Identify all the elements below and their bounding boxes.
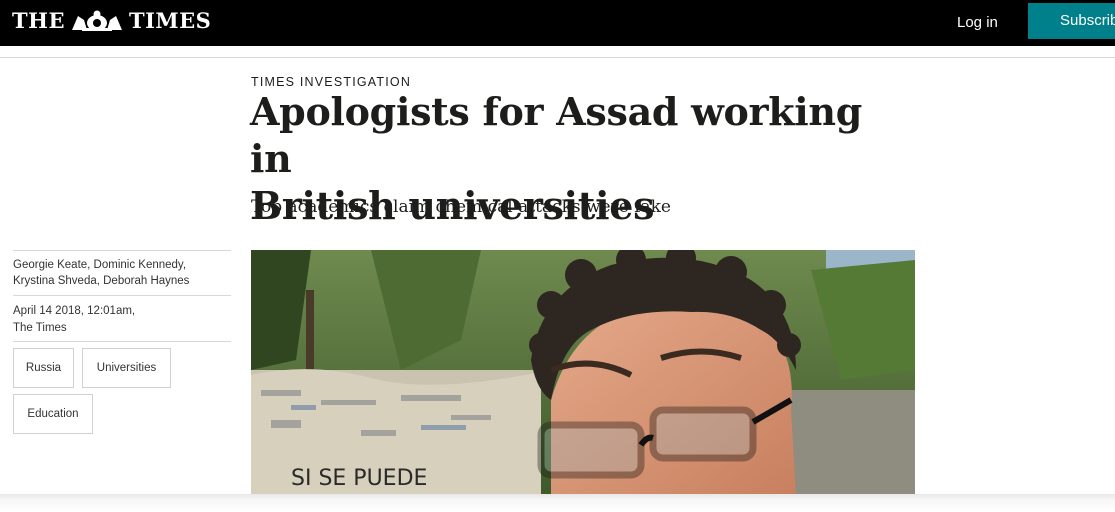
wall-sign-text: SI SE PUEDE	[291, 466, 427, 491]
tag-russia[interactable]: Russia	[13, 348, 74, 388]
publish-date: April 14 2018, 12:01am,	[13, 305, 136, 317]
photo-illustration: SI SE PUEDE	[251, 250, 915, 495]
tag-universities[interactable]: Universities	[82, 348, 171, 388]
section-label[interactable]: TIMES INVESTIGATION	[251, 75, 411, 89]
article-standfirst: Top academics claim chemical attacks wer…	[251, 197, 671, 217]
publication-name: The Times	[13, 322, 67, 334]
login-link[interactable]: Log in	[957, 14, 998, 31]
byline-divider-top	[13, 250, 231, 251]
article-photo: SI SE PUEDE	[251, 250, 915, 495]
header-divider	[0, 57, 1115, 58]
logo-text-the: THE	[12, 8, 65, 33]
article-dateline: April 14 2018, 12:01am, The Times	[13, 303, 223, 337]
royal-crest-icon	[71, 10, 122, 31]
article-byline: Georgie Keate, Dominic Kennedy, Krystina…	[13, 257, 223, 289]
byline-divider-bottom	[13, 341, 231, 342]
logo-text-times: TIMES	[128, 8, 212, 33]
author-line-2: Krystina Shveda, Deborah Haynes	[13, 275, 190, 287]
bottom-fade	[0, 494, 1115, 512]
headline-line-1: Apologists for Assad working in	[250, 89, 863, 181]
tag-education[interactable]: Education	[13, 394, 93, 434]
site-header: THE TIMES Log in Subscribe	[0, 0, 1115, 46]
times-logo[interactable]: THE TIMES	[12, 8, 211, 33]
author-line-1: Georgie Keate, Dominic Kennedy,	[13, 259, 187, 271]
byline-divider-middle	[13, 295, 231, 296]
subscribe-button[interactable]: Subscribe	[1028, 3, 1115, 39]
